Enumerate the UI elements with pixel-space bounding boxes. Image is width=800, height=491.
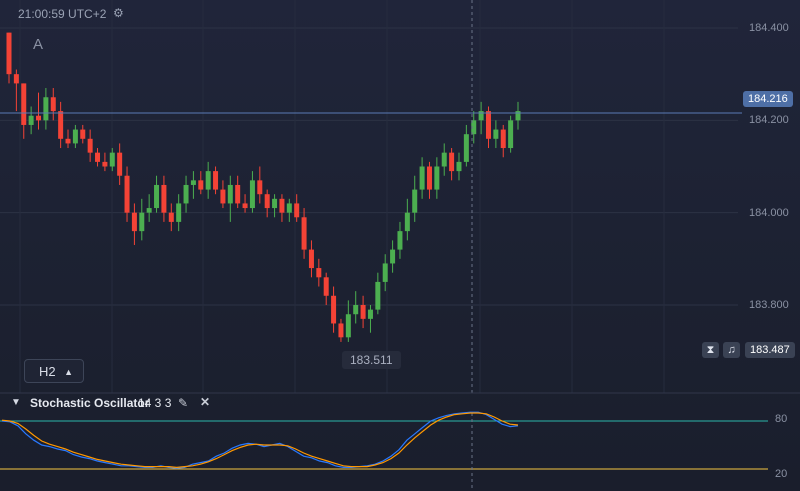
oscillator-lines xyxy=(0,411,768,491)
level-80-label: 80 xyxy=(775,413,788,425)
level-20-label: 20 xyxy=(775,468,788,480)
oscillator-chart xyxy=(0,411,768,491)
chart-root: 21:00:59 UTC+2 ⚙ A 184.400 184.200 184.0… xyxy=(0,0,800,491)
